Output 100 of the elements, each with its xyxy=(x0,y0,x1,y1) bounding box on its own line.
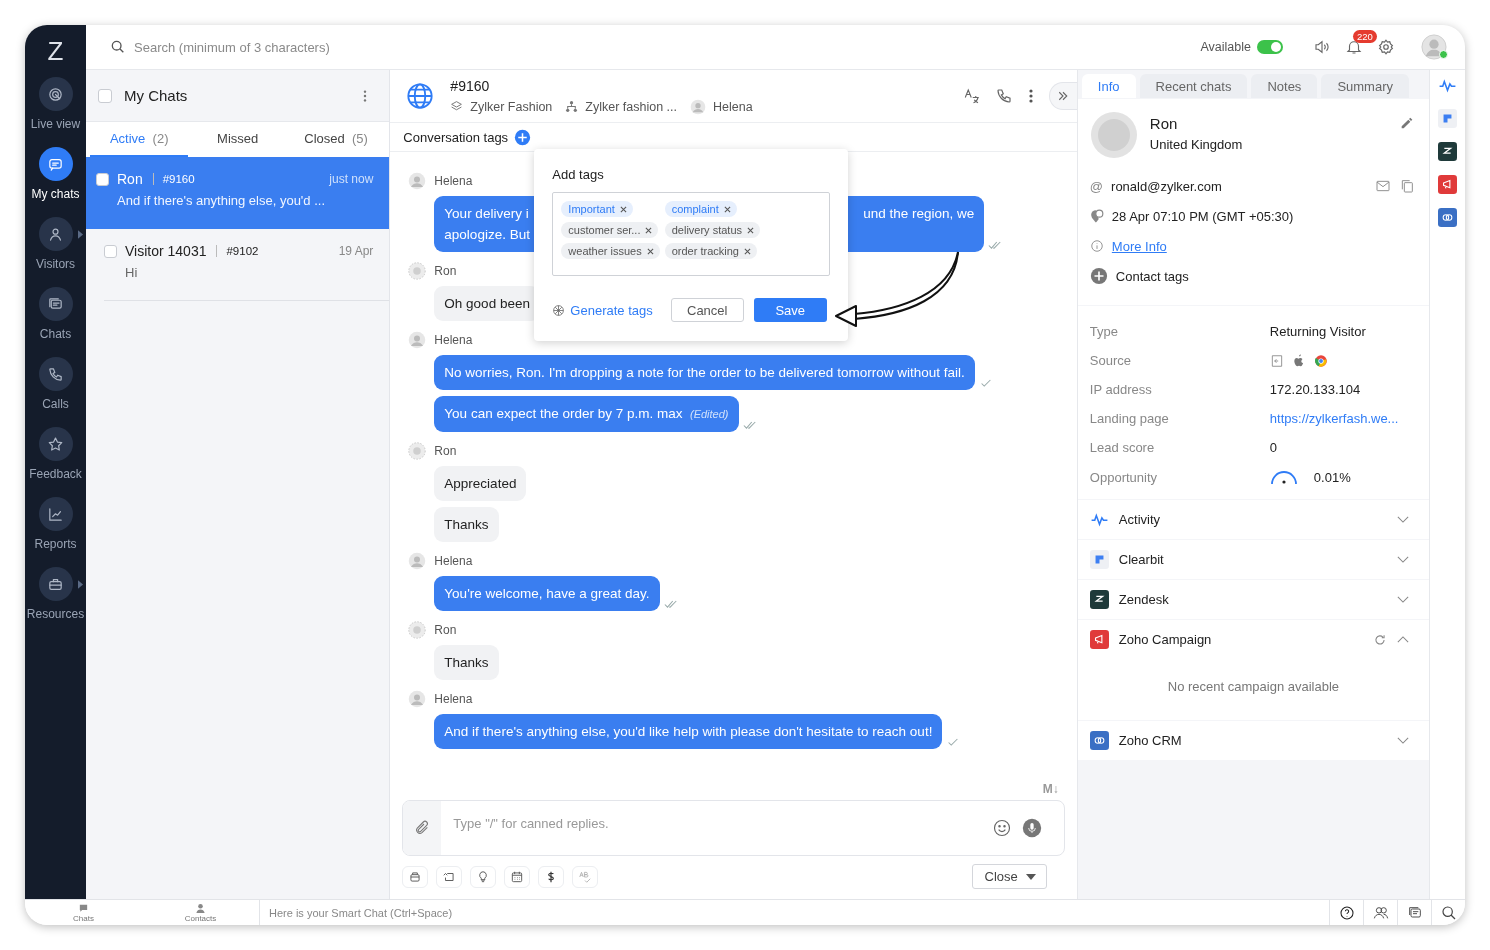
generate-tags-link[interactable]: Generate tags xyxy=(552,302,653,318)
info-tab[interactable]: Summary xyxy=(1321,74,1409,98)
info-tab[interactable]: Info xyxy=(1081,74,1136,98)
info-tab[interactable]: Recent chats xyxy=(1139,74,1248,98)
mail-icon[interactable] xyxy=(1375,178,1392,194)
chevron-down-icon[interactable] xyxy=(1397,556,1410,563)
tag-input-field[interactable]: Important complaint customer ser... delivery status weather issues order tracking xyxy=(552,192,831,276)
nav-item[interactable]: Feedback xyxy=(25,427,86,497)
tag-chip[interactable]: Important xyxy=(561,201,633,217)
more-info-link[interactable]: More Info xyxy=(1111,238,1167,254)
more-icon[interactable] xyxy=(1028,88,1033,104)
integration-row[interactable]: Activity xyxy=(1077,500,1430,539)
visitor-avatar-icon xyxy=(408,262,427,280)
calendar-icon xyxy=(510,869,525,884)
close-chat-button[interactable]: Close xyxy=(971,864,1047,889)
agent-avatar-icon xyxy=(408,552,427,570)
detail-value: 172.20.133.104 xyxy=(1269,382,1362,397)
dollar-tool-button[interactable] xyxy=(538,865,565,888)
bell-icon[interactable] xyxy=(1345,38,1363,56)
spellcheck-tool-button[interactable] xyxy=(572,865,599,888)
sender-name: Helena xyxy=(434,692,473,706)
integration-row[interactable]: Zoho Campaign No recent campaign available xyxy=(1077,620,1430,720)
message-input-field[interactable]: Type "/" for canned replies. xyxy=(451,815,982,832)
apple-icon xyxy=(1291,353,1306,368)
chart-icon xyxy=(47,505,64,523)
chevron-down-icon[interactable] xyxy=(1397,516,1410,523)
tag-chip[interactable]: order tracking xyxy=(664,243,757,259)
paperclip-icon[interactable] xyxy=(414,820,431,836)
nav-item[interactable]: Visitors xyxy=(25,217,86,287)
integration-name: Clearbit xyxy=(1118,552,1164,567)
add-icon[interactable] xyxy=(1089,267,1108,285)
chevron-down-icon[interactable] xyxy=(1397,596,1410,603)
translate-icon[interactable] xyxy=(962,87,981,105)
chat-filter-tab[interactable]: Closed (5) xyxy=(286,122,386,157)
agent-avatar-icon xyxy=(408,172,427,190)
remove-icon[interactable] xyxy=(645,226,653,234)
remove-icon[interactable] xyxy=(619,205,627,213)
sender-name: Ron xyxy=(434,444,457,458)
more-icon[interactable] xyxy=(363,88,368,103)
caret-icon xyxy=(1025,873,1036,880)
search-field[interactable]: Search (minimum of 3 characters) xyxy=(134,39,1187,55)
add-tag-icon[interactable] xyxy=(514,128,532,146)
chat-list-item[interactable]: Visitor 14031 #9102 19 Apr Hi xyxy=(104,229,390,301)
phone-icon[interactable] xyxy=(994,87,1013,105)
double-chevron-icon xyxy=(1057,90,1070,102)
integration-row[interactable]: Zoho CRM xyxy=(1077,721,1430,760)
contact-email: ronald@zylker.com xyxy=(1111,178,1222,194)
chevron-up-icon[interactable] xyxy=(1397,636,1410,643)
remove-icon[interactable] xyxy=(747,226,755,234)
agent-name: Helena xyxy=(713,99,753,114)
chat-filter-tab[interactable]: Missed xyxy=(188,122,287,157)
nav-item[interactable]: My chats xyxy=(25,147,86,217)
bottom-tab[interactable]: Chats xyxy=(25,900,142,925)
message-text: Your delivery i apologize. But xyxy=(444,205,530,244)
remove-icon[interactable] xyxy=(646,247,654,255)
speaker-icon[interactable] xyxy=(1313,38,1331,56)
row-checkbox[interactable] xyxy=(96,172,109,186)
chevron-down-icon[interactable] xyxy=(1397,737,1410,744)
status-label: Available xyxy=(1200,40,1251,54)
archive-tool-button[interactable] xyxy=(402,865,429,888)
nav-item[interactable]: Resources xyxy=(25,567,86,637)
contact-avatar xyxy=(1089,111,1138,159)
message-text: und the region, we xyxy=(863,205,975,223)
select-all-checkbox[interactable] xyxy=(98,88,112,103)
integration-row[interactable]: Zendesk xyxy=(1077,580,1430,619)
z-logo-icon xyxy=(1438,142,1458,161)
tag-chip[interactable]: complaint xyxy=(664,201,737,217)
microphone-icon[interactable] xyxy=(1021,818,1042,838)
landing-page-link[interactable]: https://zylkerfash.we... xyxy=(1269,411,1418,426)
remove-icon[interactable] xyxy=(723,205,731,213)
nav-item[interactable]: Reports xyxy=(25,497,86,567)
tag-chip[interactable]: weather issues xyxy=(561,243,660,259)
refresh-icon[interactable] xyxy=(1373,632,1388,647)
cancel-button[interactable]: Cancel xyxy=(670,298,744,322)
tag-chip[interactable]: delivery status xyxy=(664,222,761,238)
copy-icon[interactable] xyxy=(1399,178,1416,194)
settings-icon[interactable] xyxy=(1377,38,1395,56)
calendar-tool-button[interactable] xyxy=(504,865,531,888)
nav-item[interactable]: Calls xyxy=(25,357,86,427)
bottom-tab[interactable]: Contacts xyxy=(142,900,259,925)
nav-item[interactable]: Chats xyxy=(25,287,86,357)
chat-time: just now xyxy=(329,172,374,186)
chat-list-item[interactable]: Ron #9160 just now And if there's anything else, you'd ... xyxy=(86,157,390,229)
user-avatar[interactable] xyxy=(1421,34,1447,60)
tag-chip[interactable]: customer ser... xyxy=(561,222,659,238)
emoji-icon[interactable] xyxy=(991,818,1012,838)
expand-panel-button[interactable] xyxy=(1048,82,1077,110)
detail-value: 0 xyxy=(1269,440,1279,455)
info-tab[interactable]: Notes xyxy=(1251,74,1318,98)
browser-icon xyxy=(1313,353,1328,368)
contact-tags-label: Contact tags xyxy=(1115,268,1189,284)
spellcheck-icon xyxy=(578,869,593,884)
nav-item[interactable]: Live view xyxy=(25,77,86,147)
row-checkbox[interactable] xyxy=(104,244,117,258)
lightbulb-tool-button[interactable] xyxy=(470,865,497,888)
save-button[interactable]: Save xyxy=(753,298,827,322)
status-toggle[interactable] xyxy=(1257,40,1283,54)
remove-icon[interactable] xyxy=(744,247,751,255)
transfer-tool-button[interactable] xyxy=(436,865,463,888)
integration-row[interactable]: Clearbit xyxy=(1077,540,1430,579)
